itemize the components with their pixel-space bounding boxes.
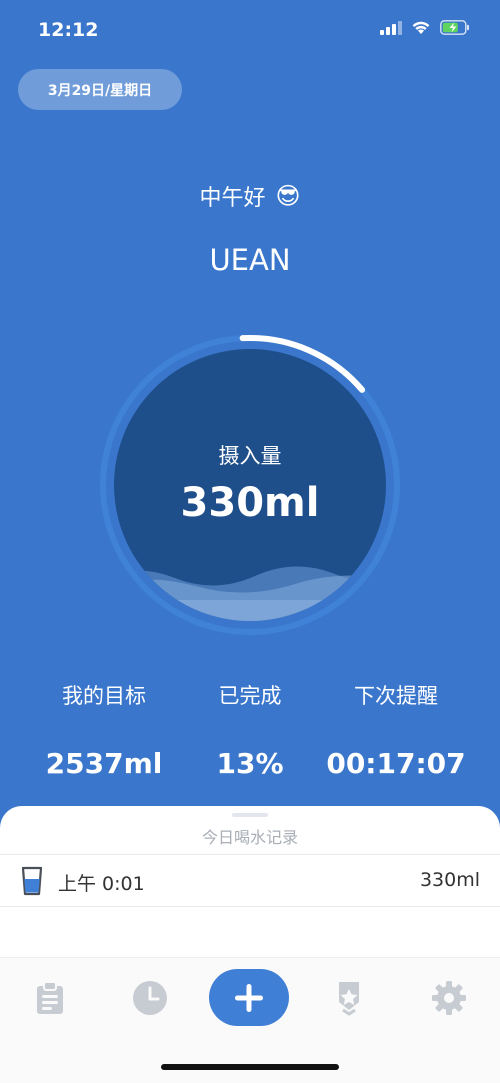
gauge-value: 330ml <box>180 480 320 526</box>
stat-next-reminder: 下次提醒 00:17:07 <box>311 680 481 780</box>
records-title: 今日喝水记录 <box>201 828 298 847</box>
status-bar: 12:12 <box>0 0 500 60</box>
greeting-text: 中午好 <box>199 186 266 211</box>
username: UEAN <box>209 243 291 277</box>
list-item[interactable]: 上午 0:01 330ml <box>0 855 500 907</box>
gear-icon <box>432 981 466 1015</box>
tab-records[interactable] <box>32 980 68 1016</box>
greeting: 中午好 😎 <box>0 180 500 212</box>
status-time: 12:12 <box>38 19 99 41</box>
stat-goal: 我的目标 2537ml <box>19 680 189 780</box>
gauge-label: 摄入量 <box>218 444 282 468</box>
star-badge-icon <box>339 982 359 1016</box>
sunglasses-emoji-icon: 😎 <box>275 182 301 210</box>
clock-icon <box>133 981 167 1015</box>
add-button[interactable] <box>209 969 289 1026</box>
clipboard-icon <box>37 981 63 1014</box>
divider <box>0 906 500 907</box>
stat-next-reminder-label: 下次提醒 <box>354 684 438 708</box>
stat-completed-value: 13% <box>216 747 284 780</box>
wifi-icon <box>412 21 430 34</box>
signal-icon <box>380 20 402 35</box>
battery-icon <box>440 20 469 35</box>
intake-gauge[interactable]: 摄入量 330ml <box>95 330 405 640</box>
stat-goal-label: 我的目标 <box>62 684 146 708</box>
sheet-handle[interactable] <box>232 813 268 817</box>
home-indicator[interactable] <box>161 1064 339 1070</box>
tab-settings[interactable] <box>431 980 467 1016</box>
plus-icon <box>235 983 263 1012</box>
stat-goal-value: 2537ml <box>45 747 163 780</box>
date-pill[interactable]: 3月29日/星期日 <box>18 69 182 110</box>
status-icons <box>380 20 470 35</box>
record-amount: 330ml <box>419 869 480 891</box>
stat-completed-label: 已完成 <box>218 684 282 708</box>
stat-completed: 已完成 13% <box>165 680 335 780</box>
stat-next-reminder-value: 00:17:07 <box>326 747 466 780</box>
cup-icon <box>21 866 43 896</box>
record-time: 上午 0:01 <box>58 873 145 895</box>
tab-history[interactable] <box>132 980 168 1016</box>
tab-achievements[interactable] <box>331 980 367 1016</box>
